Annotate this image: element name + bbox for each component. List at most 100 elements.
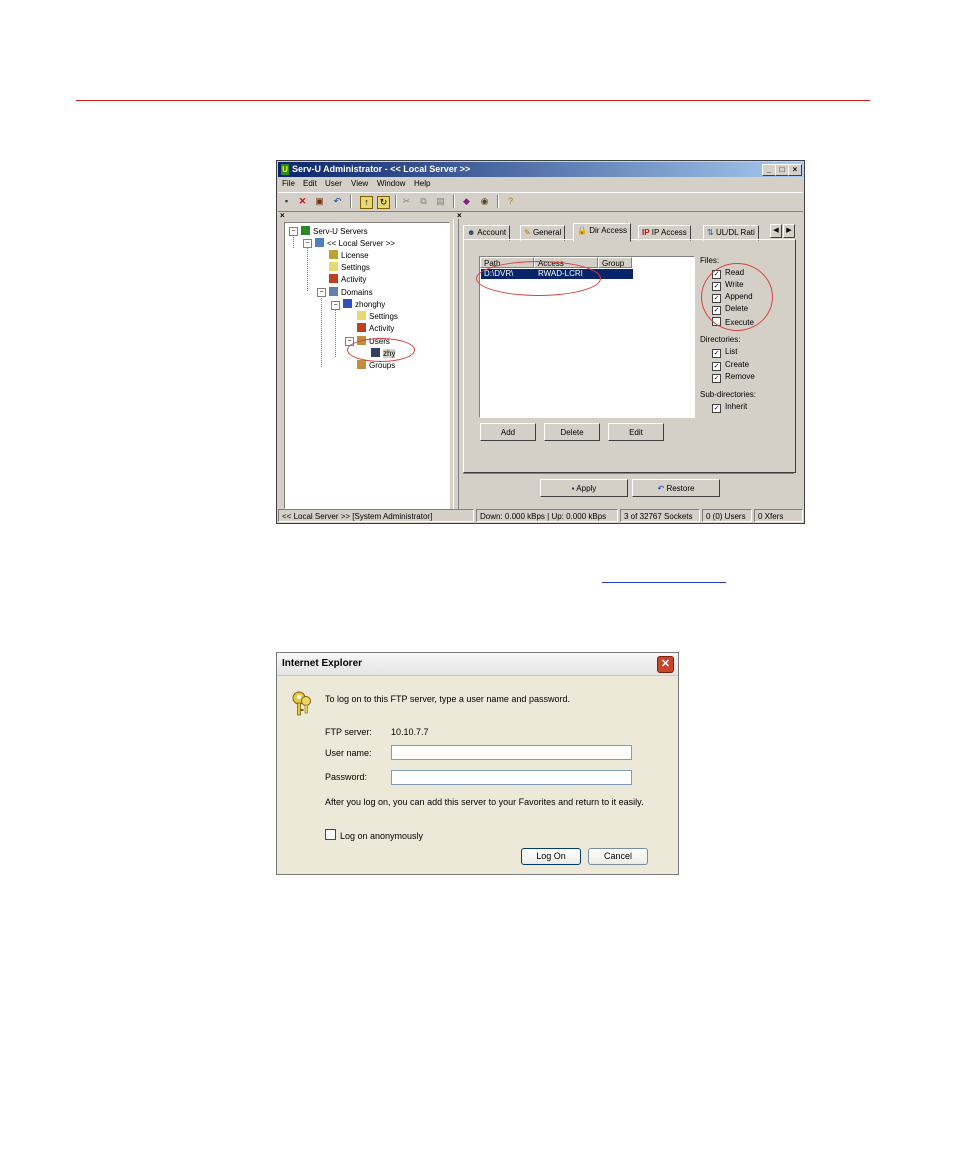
help-icon[interactable]: ? [505,196,516,207]
servu-titlebar: U Serv-U Administrator - << Local Server… [278,162,803,177]
toolbar-separator [350,195,352,208]
activity-icon [329,274,338,283]
close-button[interactable]: × [788,164,802,176]
collapse-toggle[interactable]: − [317,288,326,297]
highlight-circle-path [476,261,601,296]
create-checkbox[interactable]: ✓ Create [712,360,749,371]
collapse-toggle[interactable]: − [331,301,340,310]
status-server: << Local Server >> [System Administrator… [278,509,474,522]
servu-window: U Serv-U Administrator - << Local Server… [276,160,805,524]
page-header-rule [76,100,870,101]
checkbox-checked: ✓ [712,404,721,413]
menu-user[interactable]: User [325,179,342,188]
remove-checkbox[interactable]: ✓ Remove [712,372,755,383]
apply-button[interactable]: ▪ Apply [540,479,628,497]
ftp-server-value: 10.10.7.7 [391,727,429,737]
tree-node-domain[interactable]: zhonghy [343,299,385,309]
delete-button[interactable]: Delete [544,423,600,441]
column-header-group[interactable]: Group [598,257,632,268]
list-checkbox[interactable]: ✓ List [712,347,737,358]
tree-node-local-server[interactable]: << Local Server >> [315,238,395,248]
log-on-button[interactable]: Log On [521,848,581,865]
tab-dir-access[interactable]: 🔒 Dir Access [573,223,631,242]
status-users: 0 (0) Users [702,509,752,522]
password-input[interactable] [391,770,632,785]
cut-icon[interactable]: ✂ [401,196,412,207]
save-icon[interactable]: ▪ [281,196,292,207]
toolbar-separator [395,195,397,208]
license-icon [329,250,338,259]
tree-pane-close-icon[interactable]: × [280,211,285,220]
dialog-title: Internet Explorer [282,658,363,669]
paste-icon[interactable]: ▤ [435,196,446,207]
close-button[interactable]: ✕ [657,656,674,673]
tab-scroll-left-button[interactable]: ◀ [770,224,782,238]
settings-icon [357,311,366,320]
login-prompt: To log on to this FTP server, type a use… [325,694,570,704]
edit-button[interactable]: Edit [608,423,664,441]
servu-title: Serv-U Administrator - << Local Server >… [292,164,471,174]
tree-node-domains[interactable]: Domains [329,287,373,297]
restore-button[interactable]: ↶ Restore [632,479,720,497]
checkbox-unchecked [325,829,336,840]
servu-icon [301,226,310,235]
lock-icon: 🔒 [577,226,587,235]
ratio-icon: ⇅ [707,228,714,237]
domains-icon [329,287,338,296]
collapse-toggle[interactable]: − [303,239,312,248]
cancel-button[interactable]: Cancel [588,848,648,865]
groups-icon [357,360,366,369]
toolbar: ▪ ✕ ▣ ↶ ↑ ↻ ✂ ⧉ ▤ ◆ ◉ ? [278,192,803,212]
directories-label: Directories: [700,335,741,344]
files-label: Files: [700,256,720,265]
tree-node-domain-settings[interactable]: Settings [357,311,398,321]
hyperlink-underline[interactable] [602,582,726,583]
tree-node-domain-activity[interactable]: Activity [357,323,394,333]
pane-splitter[interactable] [453,219,459,509]
copy-user-icon[interactable]: ▣ [314,196,325,207]
toolbar-separator [453,195,455,208]
username-input[interactable] [391,745,632,760]
inherit-checkbox[interactable]: ✓ Inherit [712,402,747,413]
folder-refresh-icon[interactable]: ↻ [377,196,390,209]
collapse-toggle[interactable]: − [289,227,298,236]
save-icon: ▪ [571,484,575,493]
dialog-titlebar: Internet Explorer ✕ [277,653,678,676]
add-button[interactable]: Add [480,423,536,441]
settings-icon [329,262,338,271]
delete-icon[interactable]: ✕ [297,196,308,207]
menu-file[interactable]: File [282,179,295,188]
domain-icon [343,299,352,308]
checkbox-checked: ✓ [712,349,721,358]
ftp-server-label: FTP server: [325,727,372,737]
highlight-circle-files [701,263,773,331]
tree-node-settings[interactable]: Settings [329,262,370,272]
highlight-circle-user [347,338,415,362]
ip-icon: IP [642,228,650,237]
menu-help[interactable]: Help [414,179,430,188]
ftp-login-dialog: Internet Explorer ✕ To log on to this FT… [276,652,679,875]
users-icon[interactable]: ◉ [479,196,490,207]
maximize-button[interactable]: □ [775,164,789,176]
menu-view[interactable]: View [351,179,368,188]
status-xfers: 0 Xfers [754,509,803,522]
folder-up-icon[interactable]: ↑ [360,196,373,209]
checkbox-checked: ✓ [712,374,721,383]
menu-window[interactable]: Window [377,179,405,188]
general-icon: ✎ [524,228,531,237]
menu-edit[interactable]: Edit [303,179,317,188]
username-label: User name: [325,748,372,758]
tree-node-activity[interactable]: Activity [329,274,366,284]
apply-bar [463,473,794,508]
anonymous-checkbox[interactable]: Log on anonymously [325,829,423,841]
tab-scroll-right-button[interactable]: ▶ [783,224,795,238]
undo-icon[interactable]: ↶ [332,196,343,207]
copy-icon[interactable]: ⧉ [418,196,429,207]
minimize-button[interactable]: _ [762,164,776,176]
tree-node-license[interactable]: License [329,250,369,260]
checkbox-checked: ✓ [712,362,721,371]
favorites-note: After you log on, you can add this serve… [325,797,644,807]
wizard-icon[interactable]: ◆ [461,196,472,207]
account-icon: ☻ [467,228,476,237]
tree-node-servers[interactable]: Serv-U Servers [301,226,368,236]
